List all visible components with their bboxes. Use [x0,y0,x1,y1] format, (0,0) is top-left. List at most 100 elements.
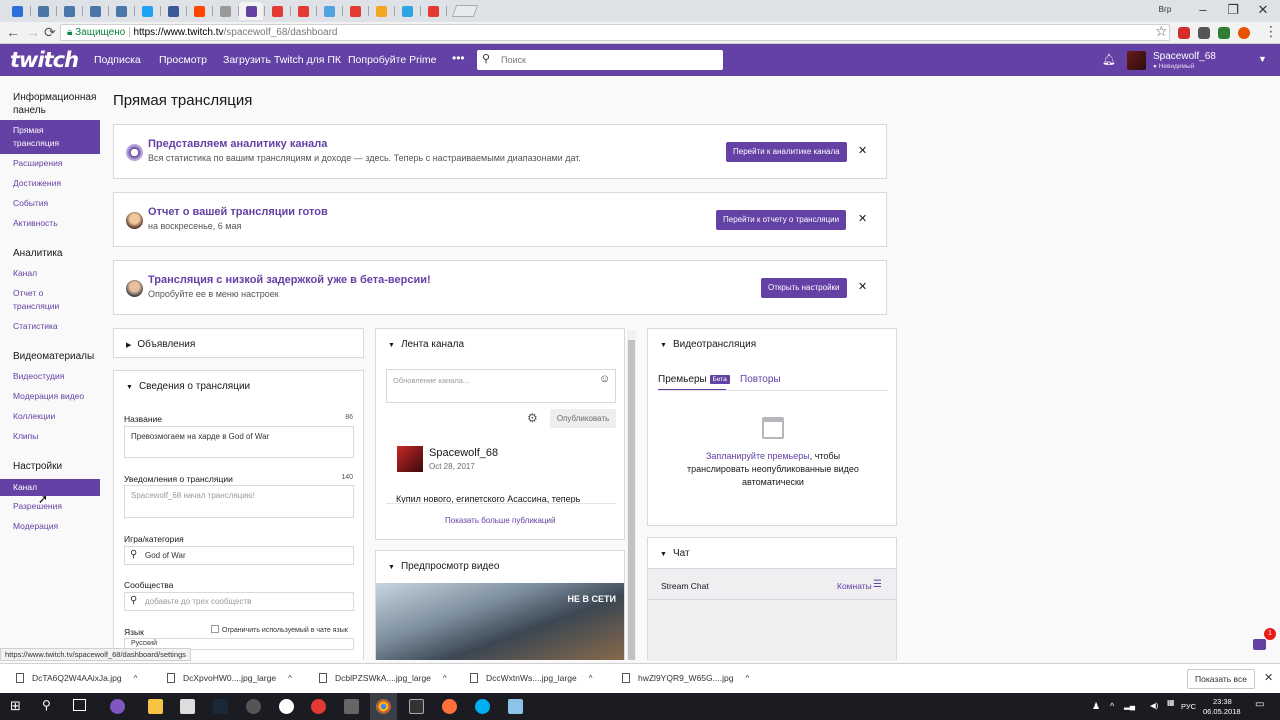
post-author-name[interactable]: Spacewolf_68 [429,447,498,459]
channel-feed-header[interactable]: ▼ Лента канала [388,339,464,350]
sidebar-item-stream-report[interactable]: Отчет о трансляции [13,287,73,313]
download-item[interactable]: DcTA6Q2W4AAixJa.jpg ^ [16,673,137,683]
communities-input[interactable]: ⚲ добавьте до трех сообществ [124,592,354,611]
mail-icon[interactable] [180,699,195,714]
tab-premieres[interactable]: Премьеры Бета [658,374,730,385]
chevron-up-icon[interactable]: ^ [745,674,749,683]
extension-leaf-icon[interactable] [1218,27,1230,39]
notification-input[interactable]: Spacewolf_68 начал трансляцию! [124,485,354,518]
browser-tab[interactable] [291,2,315,20]
download-item[interactable]: DcXpvoHW0....jpg_large ^ [167,673,292,683]
extension-fire-icon[interactable] [1238,27,1250,39]
browser-tab[interactable] [265,2,289,20]
video-broadcast-header[interactable]: ▼ Видеотрансляция [660,339,756,350]
sidebar-item-live-stream[interactable]: Прямая трансляция [0,120,100,154]
tab-reruns[interactable]: Повторы [740,374,781,385]
user-avatar[interactable] [1127,51,1146,70]
download-item[interactable]: DcblPZSWkA....jpg_large ^ [319,673,447,683]
clock-time[interactable]: 23:38 [1213,697,1232,706]
announcements-header[interactable]: ▶ Объявления [126,339,195,350]
close-icon[interactable]: ✕ [858,280,867,293]
go-to-stream-report-button[interactable]: Перейти к отчету о трансляции [716,210,847,230]
channel-update-input[interactable]: Обновление канала... [386,369,616,403]
stream-info-header[interactable]: ▼ Сведения о трансляции [126,381,250,392]
chevron-up-icon[interactable]: ^ [288,674,292,683]
schedule-premieres-link[interactable]: Запланируйте премьеры [706,451,810,461]
sidebar-item-events[interactable]: События [13,197,48,210]
taskbar-app-icon[interactable] [110,699,125,714]
nav-link-subscriptions[interactable]: Подписка [94,54,141,66]
browser-tab[interactable] [239,2,263,20]
sidebar-item-channel-analytics[interactable]: Канал [13,267,37,280]
maximize-icon[interactable]: ❐ [1218,2,1248,18]
extension-gear-icon[interactable] [1198,27,1210,39]
reload-icon[interactable]: ⟳ [44,24,56,41]
download-item[interactable]: hwZl9YQR9_W65G....jpg ^ [622,673,749,683]
taskbar-app-icon[interactable] [508,699,523,714]
opera-icon[interactable] [311,699,326,714]
tray-app-icon[interactable]: ▦ [1167,698,1175,707]
go-to-analytics-button[interactable]: Перейти к аналитике канала [726,142,847,162]
video-preview-thumbnail[interactable]: НЕ В СЕТИ [376,583,624,660]
extension-pepper-icon[interactable] [1178,27,1190,39]
chevron-up-icon[interactable]: ^ [443,674,447,683]
sidebar-item-collections[interactable]: Коллекции [13,410,55,423]
game-input[interactable]: ⚲ God of War [124,546,354,565]
emoji-icon[interactable]: ☺ [599,373,610,385]
stream-title-input[interactable]: Превозмогаем на харде в God of War [124,426,354,458]
taskbar-app-icon[interactable] [409,699,424,714]
browser-tab[interactable] [213,2,237,20]
restrict-language-checkbox[interactable]: Ограничить используемый в чате язык [211,625,348,634]
browser-tab[interactable] [31,2,55,20]
more-menu-icon[interactable]: ••• [452,51,465,65]
browser-tab[interactable] [135,2,159,20]
bookmark-star-icon[interactable]: ☆ [1155,23,1168,40]
close-downloads-icon[interactable]: ✕ [1264,671,1273,684]
minimize-icon[interactable]: – [1188,2,1218,17]
show-more-posts-link[interactable]: Показать больше публикаций [445,516,555,525]
post-author-avatar[interactable] [397,446,423,472]
browser-tab[interactable] [395,2,419,20]
open-settings-button[interactable]: Открыть настройки [761,278,847,298]
sidebar-item-statistics[interactable]: Статистика [13,320,58,333]
chevron-up-icon[interactable]: ^ [134,674,138,683]
middle-column-scrollbar[interactable] [627,330,636,660]
browser-tab[interactable] [5,2,29,20]
taskbar-app-icon[interactable] [344,699,359,714]
close-window-icon[interactable]: ✕ [1248,2,1278,18]
chevron-up-icon[interactable]: ^ [589,674,593,683]
search-input[interactable] [501,52,711,68]
browser-tab[interactable] [421,2,445,20]
people-icon[interactable]: ♟ [1092,701,1100,712]
browser-tab[interactable] [187,2,211,20]
video-preview-header[interactable]: ▼ Предпросмотр видео [388,561,499,572]
browser-tab[interactable] [83,2,107,20]
back-icon[interactable]: ← [6,24,20,40]
sidebar-item-moderation[interactable]: Модерация [13,520,58,533]
yandex-browser-icon[interactable] [279,699,294,714]
close-icon[interactable]: ✕ [858,144,867,157]
input-language[interactable]: РУС [1181,702,1196,711]
close-icon[interactable]: ✕ [858,212,867,225]
browser-tab[interactable] [109,2,133,20]
sidebar-item-video-studio[interactable]: Видеостудия [13,370,64,383]
settings-gear-icon[interactable]: ⚙ [527,411,538,425]
task-view-icon[interactable] [73,699,86,711]
download-item[interactable]: DccWxtnWs....jpg_large ^ [470,673,592,683]
chat-header[interactable]: ▼ Чат [660,548,690,559]
sidebar-item-extensions[interactable]: Расширения [13,157,62,170]
nav-link-download-app[interactable]: Загрузить Twitch для ПК [223,54,341,66]
nav-link-browse[interactable]: Просмотр [159,54,207,66]
tray-chevron-icon[interactable]: ^ [1110,701,1114,711]
nav-link-prime[interactable]: Попробуйте Prime [348,54,437,66]
file-explorer-icon[interactable] [148,699,163,714]
chrome-icon[interactable] [376,699,391,714]
user-menu-caret-icon[interactable]: ▼ [1258,54,1267,64]
network-icon[interactable]: ▂▄ [1124,701,1135,710]
windows-start-icon[interactable]: ⊞ [10,698,21,714]
omnibox[interactable]: 🔒︎ Защищено | https://www.twitch.tv/spac… [60,24,1170,41]
firefox-icon[interactable] [442,699,457,714]
rooms-button[interactable]: Комнаты [837,581,872,591]
notifications-bell-icon[interactable]: 🔔︎ [1102,53,1116,66]
volume-icon[interactable]: ◀) [1150,701,1158,710]
